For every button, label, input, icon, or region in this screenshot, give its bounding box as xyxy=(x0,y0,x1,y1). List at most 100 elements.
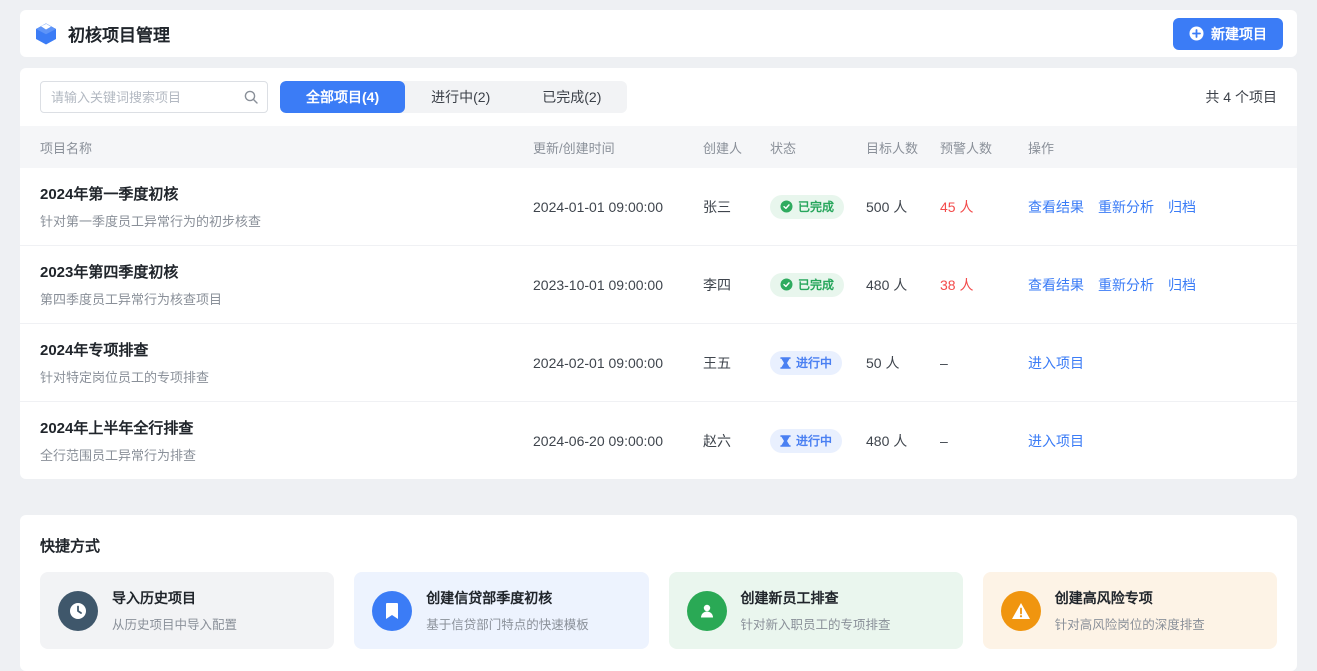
view-results-link[interactable]: 查看结果 xyxy=(1028,275,1084,295)
total-count: 共 4 个项目 xyxy=(1205,87,1277,107)
creator-cell: 张三 xyxy=(703,197,770,217)
status-label: 已完成 xyxy=(798,276,834,293)
shortcut-text: 创建高风险专项 针对高风险岗位的深度排查 xyxy=(1055,588,1205,633)
page-title: 初核项目管理 xyxy=(68,21,170,46)
person-icon xyxy=(687,591,727,631)
clock-icon xyxy=(58,591,98,631)
shortcut-grid: 导入历史项目 从历史项目中导入配置 创建信贷部季度初核 基于信贷部门特点的快速模… xyxy=(40,572,1277,649)
enter-project-link[interactable]: 进入项目 xyxy=(1028,431,1084,451)
search-icon xyxy=(243,89,259,105)
status-cell: 已完成 xyxy=(770,273,866,297)
status-badge: 已完成 xyxy=(770,273,844,297)
actions-cell: 查看结果 重新分析 归档 xyxy=(1028,197,1297,217)
warning-cell: 38 人 xyxy=(940,275,1028,295)
page-header: 初核项目管理 新建项目 xyxy=(20,10,1297,57)
shortcut-description: 基于信贷部门特点的快速模板 xyxy=(426,614,589,633)
reanalyze-link[interactable]: 重新分析 xyxy=(1098,275,1154,295)
shortcut-text: 导入历史项目 从历史项目中导入配置 xyxy=(112,588,237,633)
status-label: 已完成 xyxy=(798,198,834,215)
table-row: 2024年上半年全行排查 全行范围员工异常行为排查 2024-06-20 09:… xyxy=(20,402,1297,479)
project-description: 针对特定岗位员工的专项排查 xyxy=(40,367,533,386)
project-title: 2024年第一季度初核 xyxy=(40,183,533,204)
warning-triangle-icon xyxy=(1001,591,1041,631)
status-badge: 已完成 xyxy=(770,195,844,219)
app-cube-icon xyxy=(34,22,58,46)
shortcut-description: 针对新入职员工的专项排查 xyxy=(741,614,891,633)
col-actions: 操作 xyxy=(1028,138,1297,157)
col-target: 目标人数 xyxy=(866,138,940,157)
creator-cell: 王五 xyxy=(703,353,770,373)
warning-cell: – xyxy=(940,355,1028,371)
actions-cell: 查看结果 重新分析 归档 xyxy=(1028,275,1297,295)
shortcut-title: 创建高风险专项 xyxy=(1055,588,1205,608)
new-project-label: 新建项目 xyxy=(1211,24,1267,44)
time-cell: 2024-01-01 09:00:00 xyxy=(533,199,703,215)
project-name-cell: 2024年专项排查 针对特定岗位员工的专项排查 xyxy=(40,339,533,386)
status-cell: 已完成 xyxy=(770,195,866,219)
table-row: 2024年第一季度初核 针对第一季度员工异常行为的初步核查 2024-01-01… xyxy=(20,168,1297,246)
reanalyze-link[interactable]: 重新分析 xyxy=(1098,197,1154,217)
archive-link[interactable]: 归档 xyxy=(1168,275,1196,295)
hourglass-icon xyxy=(780,435,791,447)
actions-cell: 进入项目 xyxy=(1028,431,1297,451)
view-results-link[interactable]: 查看结果 xyxy=(1028,197,1084,217)
target-cell: 500 人 xyxy=(866,197,940,217)
shortcut-title: 导入历史项目 xyxy=(112,588,237,608)
project-name-cell: 2023年第四季度初核 第四季度员工异常行为核查项目 xyxy=(40,261,533,308)
shortcut-new-employee-check[interactable]: 创建新员工排查 针对新入职员工的专项排查 xyxy=(669,572,963,649)
hourglass-icon xyxy=(780,357,791,369)
project-title: 2024年专项排查 xyxy=(40,339,533,360)
shortcut-import-history[interactable]: 导入历史项目 从历史项目中导入配置 xyxy=(40,572,334,649)
col-status: 状态 xyxy=(770,138,866,157)
project-description: 全行范围员工异常行为排查 xyxy=(40,445,533,464)
status-badge: 进行中 xyxy=(770,351,842,375)
project-list-card: 全部项目(4) 进行中(2) 已完成(2) 共 4 个项目 项目名称 更新/创建… xyxy=(20,68,1297,479)
table-row: 2024年专项排查 针对特定岗位员工的专项排查 2024-02-01 09:00… xyxy=(20,324,1297,402)
status-label: 进行中 xyxy=(796,432,832,449)
bookmark-icon xyxy=(372,591,412,631)
time-cell: 2023-10-01 09:00:00 xyxy=(533,277,703,293)
actions-cell: 进入项目 xyxy=(1028,353,1297,373)
project-title: 2023年第四季度初核 xyxy=(40,261,533,282)
plus-circle-icon xyxy=(1189,26,1204,41)
shortcut-title: 创建新员工排查 xyxy=(741,588,891,608)
project-description: 第四季度员工异常行为核查项目 xyxy=(40,289,533,308)
enter-project-link[interactable]: 进入项目 xyxy=(1028,353,1084,373)
table-row: 2023年第四季度初核 第四季度员工异常行为核查项目 2023-10-01 09… xyxy=(20,246,1297,324)
col-warning: 预警人数 xyxy=(940,138,1028,157)
tab-completed[interactable]: 已完成(2) xyxy=(516,81,627,113)
new-project-button[interactable]: 新建项目 xyxy=(1173,18,1283,50)
shortcut-description: 针对高风险岗位的深度排查 xyxy=(1055,614,1205,633)
project-name-cell: 2024年第一季度初核 针对第一季度员工异常行为的初步核查 xyxy=(40,183,533,230)
shortcut-text: 创建信贷部季度初核 基于信贷部门特点的快速模板 xyxy=(426,588,589,633)
warning-cell: – xyxy=(940,433,1028,449)
table-header: 项目名称 更新/创建时间 创建人 状态 目标人数 预警人数 操作 xyxy=(20,126,1297,168)
creator-cell: 赵六 xyxy=(703,431,770,451)
status-badge: 进行中 xyxy=(770,429,842,453)
col-time: 更新/创建时间 xyxy=(533,138,703,157)
search-input[interactable] xyxy=(40,81,268,113)
project-name-cell: 2024年上半年全行排查 全行范围员工异常行为排查 xyxy=(40,417,533,464)
status-cell: 进行中 xyxy=(770,351,866,375)
tab-all-projects[interactable]: 全部项目(4) xyxy=(280,81,405,113)
shortcut-text: 创建新员工排查 针对新入职员工的专项排查 xyxy=(741,588,891,633)
shortcut-credit-dept-review[interactable]: 创建信贷部季度初核 基于信贷部门特点的快速模板 xyxy=(354,572,648,649)
check-circle-icon xyxy=(780,278,793,291)
project-title: 2024年上半年全行排查 xyxy=(40,417,533,438)
shortcut-high-risk-special[interactable]: 创建高风险专项 针对高风险岗位的深度排查 xyxy=(983,572,1277,649)
project-description: 针对第一季度员工异常行为的初步核查 xyxy=(40,211,533,230)
target-cell: 480 人 xyxy=(866,431,940,451)
target-cell: 480 人 xyxy=(866,275,940,295)
time-cell: 2024-02-01 09:00:00 xyxy=(533,355,703,371)
status-label: 进行中 xyxy=(796,354,832,371)
toolbar: 全部项目(4) 进行中(2) 已完成(2) 共 4 个项目 xyxy=(20,68,1297,126)
search-box xyxy=(40,81,268,113)
tab-in-progress[interactable]: 进行中(2) xyxy=(405,81,516,113)
shortcut-title: 创建信贷部季度初核 xyxy=(426,588,589,608)
shortcuts-title: 快捷方式 xyxy=(40,535,1277,556)
target-cell: 50 人 xyxy=(866,353,940,373)
col-creator: 创建人 xyxy=(703,138,770,157)
time-cell: 2024-06-20 09:00:00 xyxy=(533,433,703,449)
archive-link[interactable]: 归档 xyxy=(1168,197,1196,217)
filter-tabs: 全部项目(4) 进行中(2) 已完成(2) xyxy=(280,81,627,113)
